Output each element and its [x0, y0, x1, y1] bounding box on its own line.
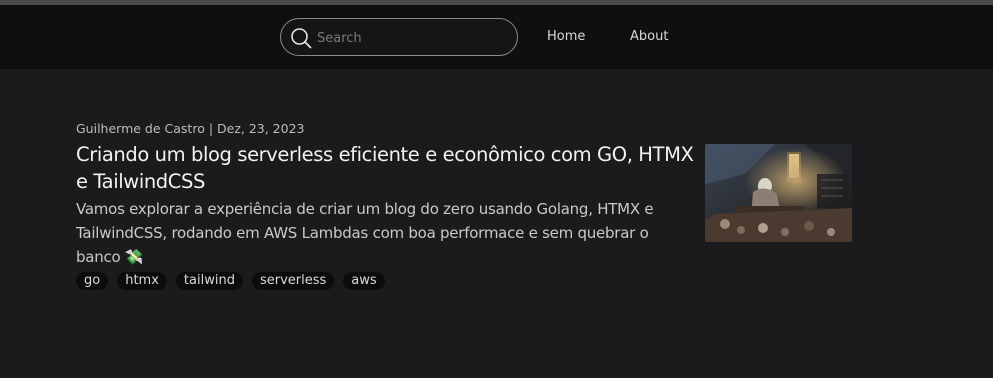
post-excerpt: Vamos explorar a experiência de criar um…: [76, 200, 654, 266]
search-icon: [291, 28, 312, 49]
tag-go[interactable]: go: [76, 272, 109, 290]
post-tags: go htmx tailwind serverless aws: [76, 272, 696, 290]
tag-aws[interactable]: aws: [343, 272, 385, 290]
search-box[interactable]: [280, 18, 518, 56]
navbar: Home About: [0, 5, 993, 69]
thumbnail-image: [705, 144, 852, 242]
post-card[interactable]: Guilherme de Castro | Dez, 23, 2023 Cria…: [76, 121, 696, 290]
nav-link-about[interactable]: About: [630, 29, 668, 44]
tag-htmx[interactable]: htmx: [117, 272, 167, 290]
nav-link-home[interactable]: Home: [547, 29, 585, 44]
post-thumbnail[interactable]: [705, 144, 852, 242]
post-meta: Guilherme de Castro | Dez, 23, 2023: [76, 121, 305, 136]
search-input[interactable]: [317, 27, 507, 49]
tag-tailwind[interactable]: tailwind: [175, 272, 243, 290]
tag-serverless[interactable]: serverless: [251, 272, 335, 290]
post-title[interactable]: Criando um blog serverless eficiente e e…: [76, 141, 696, 195]
